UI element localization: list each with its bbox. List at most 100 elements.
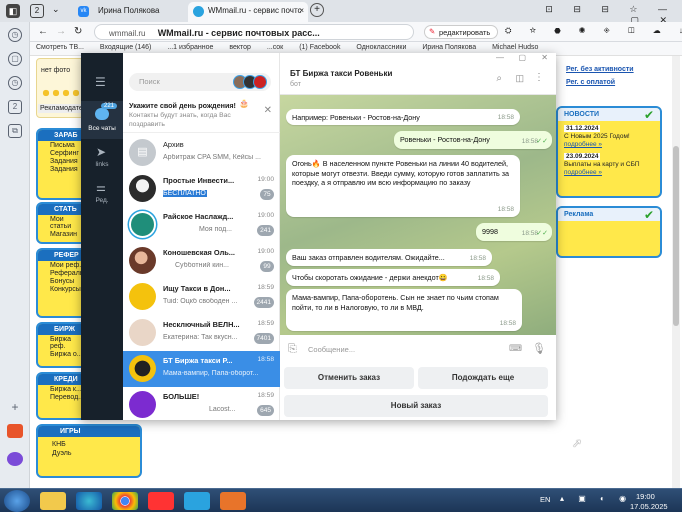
tab-close-icon[interactable]: × <box>299 6 304 15</box>
clock-icon[interactable]: ◷ <box>8 76 22 90</box>
menu-item[interactable]: Мои статьи <box>38 215 86 230</box>
forward-icon[interactable]: → <box>56 26 66 37</box>
cancel-order-button[interactable]: Отменить заказ <box>284 367 414 389</box>
menu-item[interactable]: Биржа о... <box>38 350 86 358</box>
story-avatars[interactable] <box>233 75 269 89</box>
keyboard-icon[interactable]: ⌨ <box>509 343 522 354</box>
link-reg-no-activity[interactable]: Рег. без активности <box>556 58 656 73</box>
link-reg-paid[interactable]: Рег. с оплатой <box>556 73 656 86</box>
media-icon[interactable] <box>220 492 246 510</box>
news-more-link[interactable]: подробнее » <box>564 169 660 176</box>
minimize-icon[interactable]: — <box>496 53 504 62</box>
wait-more-button[interactable]: Подождать еще <box>418 367 548 389</box>
chat-name: Ищу Такси в Дон... <box>163 284 231 293</box>
back-icon[interactable]: ← <box>38 26 48 37</box>
menu-item[interactable]: Мои реф. <box>38 261 86 269</box>
yandex-icon[interactable] <box>148 492 174 510</box>
extensions-icons[interactable]: ⛭ ☆ ⬣ ◉ ◈ ◫ ☁ ↓ <box>505 26 682 38</box>
menu-item[interactable]: Перевод... <box>38 393 86 401</box>
reload-icon[interactable]: ↻ <box>74 26 82 37</box>
unread-count: 2441 <box>253 297 274 308</box>
menu-item[interactable]: Биржа к... <box>38 385 86 393</box>
tab-profile[interactable]: vk Ирина Полякова <box>72 2 184 20</box>
start-button[interactable] <box>4 490 30 512</box>
menu-item[interactable]: Бонусы <box>38 277 86 285</box>
address-field[interactable]: wmmail.ru WMmail.ru - сервис почтовых ра… <box>94 24 414 40</box>
tab-chevron-icon[interactable]: ⌄ <box>52 4 60 15</box>
new-order-button[interactable]: Новый заказ <box>284 395 548 417</box>
tab-count-badge[interactable]: 2 <box>30 4 44 18</box>
menu-item[interactable]: Магазин <box>38 230 86 238</box>
bookmark-item[interactable]: Входящие (146) <box>100 44 151 51</box>
message-incoming[interactable]: Чтобы скоротать ожидание - держи анекдот… <box>286 269 500 286</box>
history-icon[interactable]: ◷ <box>8 28 22 42</box>
chat-item[interactable]: Простые Инвести... 19:00 БЕСПЛАТНО С э..… <box>123 171 280 207</box>
tray-icons[interactable]: ▴ ▣ ◐ ◉ <box>560 494 632 503</box>
add-icon[interactable]: + <box>8 401 22 416</box>
folder-links[interactable]: ➤ links <box>81 143 123 175</box>
chrome-icon[interactable] <box>112 492 138 510</box>
language-indicator[interactable]: EN <box>540 495 550 504</box>
menu-item[interactable]: Биржа реф. <box>38 335 86 350</box>
message-incoming[interactable]: Огонь🔥 В населенном пункте Ровеньки на л… <box>286 155 520 217</box>
counter-icon[interactable]: 2 <box>8 100 22 114</box>
chat-item[interactable]: Несключный ВЕЛН... 18:59 Екатерина: Так … <box>123 315 280 351</box>
app-icon-purple[interactable] <box>7 452 23 466</box>
message-input[interactable]: Сообщение... <box>308 345 498 354</box>
chat-item-active[interactable]: БТ Биржа такси Р... 18:58 Мама-вампир, П… <box>123 351 280 387</box>
menu-item[interactable]: Задания <box>38 157 86 165</box>
clock-time[interactable]: 19:00 <box>636 492 655 501</box>
bookmark-item[interactable]: вектор <box>229 44 251 51</box>
app-icon-orange[interactable] <box>7 424 23 438</box>
message-outgoing[interactable]: 9998 18:58 ✓✓ <box>476 223 552 241</box>
chat-item[interactable]: Ищу Такси в Дон... 18:59 Tuid: Оцкб своб… <box>123 279 280 315</box>
clock-date[interactable]: 17.05.2025 <box>630 502 668 511</box>
message-incoming[interactable]: Например: Ровеньки - Ростов-на-Дону 18:5… <box>286 109 520 125</box>
edit-page-button[interactable]: ✎ редактировать <box>424 25 498 39</box>
folder-edit[interactable]: ⚌ Ред. <box>81 181 123 209</box>
chat-item[interactable]: БОЛЬШЕ! 18:59 Lacost... 645 <box>123 387 280 423</box>
menu-item[interactable]: Конкурсы <box>38 285 86 293</box>
menu-icon[interactable]: ☰ <box>95 75 106 89</box>
chat-item[interactable]: Райское Наслажд... 19:00 Моя под... 241 <box>123 207 280 243</box>
close-window-icon[interactable]: ✕ <box>541 53 548 62</box>
bookmark-item[interactable]: Michael Hudso <box>492 44 538 51</box>
browser-logo-icon[interactable]: ◧ <box>6 4 20 18</box>
bookmark-item[interactable]: Смотреть ТВ... <box>36 44 84 51</box>
chat-item[interactable]: Коношевская Оль... 19:00 Субботний кин..… <box>123 243 280 279</box>
message-outgoing[interactable]: Ровеньки - Ростов-на-Дону 18:58 ✓✓ <box>394 131 552 149</box>
menu-item[interactable]: Задания <box>38 165 86 173</box>
close-icon[interactable]: ✕ <box>264 105 272 116</box>
menu-item[interactable]: КНБ <box>38 437 140 448</box>
bookmark-item[interactable]: Ирина Полякова <box>422 44 476 51</box>
menu-item[interactable]: Реферальн. <box>38 269 86 277</box>
search-icon[interactable]: ⌕ <box>496 73 502 84</box>
menu-item[interactable]: Серфинг <box>38 149 86 157</box>
maximize-icon[interactable]: ▢ <box>518 53 526 62</box>
new-tab-icon[interactable]: + <box>310 3 324 17</box>
edge-icon[interactable] <box>76 492 102 510</box>
tab-wmmail[interactable]: WMmail.ru - сервис почтс × <box>188 2 308 22</box>
telegram-icon[interactable] <box>184 492 210 510</box>
bookmark-item[interactable]: (1) Facebook <box>299 44 340 51</box>
microphone-icon[interactable]: 🎙 <box>532 342 546 355</box>
news-more-link[interactable]: подробнее » <box>564 141 660 148</box>
archive-item[interactable]: ▤ Архив Арбитраж CPA SMM, Кейсы ... <box>123 135 280 171</box>
copy-icon[interactable]: ⧉ <box>8 124 22 138</box>
menu-item[interactable]: Дуэль <box>38 448 140 457</box>
folder-all-chats[interactable]: 221 Все чаты <box>81 101 123 139</box>
bookmark-item[interactable]: ...1 избранное <box>167 44 213 51</box>
sidebar-icon[interactable]: ▢ <box>8 52 22 66</box>
more-icon[interactable]: ⋮ <box>534 72 544 83</box>
sidebar-toggle-icon[interactable]: ◫ <box>515 73 524 84</box>
bookmark-item[interactable]: ...сок <box>267 44 283 51</box>
explorer-icon[interactable] <box>40 492 66 510</box>
birthday-banner[interactable]: Укажите свой день рождения! 🎂 Контакты б… <box>123 97 280 133</box>
chat-header[interactable]: БТ Биржа такси Ровеньки бот ⌕ ◫ ⋮ <box>280 65 556 95</box>
attach-icon[interactable]: ⎘ <box>288 343 297 356</box>
page-scrollbar[interactable] <box>672 56 680 488</box>
menu-item[interactable]: Письма <box>38 141 86 149</box>
bookmark-item[interactable]: Одноклассники <box>356 44 406 51</box>
message-incoming[interactable]: Ваш заказ отправлен водителям. Ожидайте.… <box>286 249 492 266</box>
message-incoming[interactable]: Мама-вампир, Папа-оборотень. Сын не знае… <box>286 289 522 331</box>
